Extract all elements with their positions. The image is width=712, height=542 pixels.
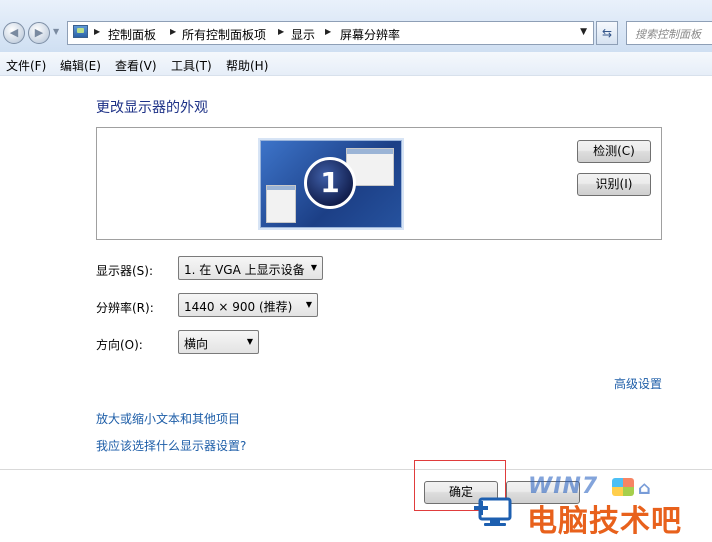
address-bar: ◀ ▶ ▼ ▶ 控制面板 ▶ 所有控制面板项 ▶ 显示 ▶ 屏幕分辨率 ▼ ⇆ … [0, 0, 712, 52]
menu-tools[interactable]: 工具(T) [171, 57, 212, 74]
address-dropdown-icon[interactable]: ▼ [580, 27, 587, 37]
orientation-select[interactable]: 横向 ▼ [178, 330, 259, 354]
resolution-label: 分辨率(R): [96, 301, 154, 315]
orientation-select-value: 横向 [184, 337, 209, 351]
recent-pages-dropdown-icon[interactable]: ▼ [53, 27, 59, 36]
monitor-number-badge: 1 [304, 157, 356, 209]
identify-button[interactable]: 识别(I) [577, 173, 651, 196]
back-arrow-icon[interactable]: ◀ [3, 22, 25, 44]
breadcrumb[interactable]: ▶ 控制面板 ▶ 所有控制面板项 ▶ 显示 ▶ 屏幕分辨率 ▼ [67, 21, 594, 45]
breadcrumb-separator-icon[interactable]: ▶ [170, 27, 176, 36]
search-input[interactable]: 搜索控制面板 [626, 21, 712, 45]
refresh-icon[interactable]: ⇆ [596, 21, 618, 45]
breadcrumb-separator-icon[interactable]: ▶ [278, 27, 284, 36]
menu-file[interactable]: 文件(F) [6, 57, 46, 74]
breadcrumb-separator-icon[interactable]: ▶ [94, 27, 100, 36]
breadcrumb-all-items[interactable]: 所有控制面板项 [182, 26, 266, 43]
window-thumbnail-icon [266, 185, 296, 223]
computer-logo-icon [474, 497, 512, 526]
orientation-label: 方向(O): [96, 338, 143, 352]
display-select-value: 1. 在 VGA 上显示设备 [184, 263, 305, 277]
detect-button[interactable]: 检测(C) [577, 140, 651, 163]
breadcrumb-screen-resolution[interactable]: 屏幕分辨率 [340, 26, 400, 43]
menu-bar: 文件(F) 编辑(E) 查看(V) 工具(T) 帮助(H) [0, 52, 712, 76]
control-panel-icon [73, 25, 88, 38]
menu-view[interactable]: 查看(V) [115, 57, 157, 74]
monitor-1-thumbnail[interactable]: 1 [260, 140, 402, 228]
advanced-settings-link[interactable]: 高级设置 [614, 375, 662, 392]
divider [0, 469, 712, 470]
chevron-down-icon: ▼ [246, 337, 253, 346]
resolution-select[interactable]: 1440 × 900 (推荐) ▼ [178, 293, 318, 317]
breadcrumb-control-panel[interactable]: 控制面板 [108, 26, 156, 43]
watermark-site: 电脑技术吧 [527, 504, 682, 539]
menu-help[interactable]: 帮助(H) [226, 57, 268, 74]
breadcrumb-separator-icon[interactable]: ▶ [325, 27, 331, 36]
windows-flag-icon [612, 478, 634, 496]
forward-arrow-icon[interactable]: ▶ [28, 22, 50, 44]
chevron-down-icon: ▼ [310, 263, 317, 272]
display-select[interactable]: 1. 在 VGA 上显示设备 ▼ [178, 256, 323, 280]
display-label: 显示器(S): [96, 264, 154, 278]
resolution-select-value: 1440 × 900 (推荐) [184, 300, 293, 314]
menu-edit[interactable]: 编辑(E) [60, 57, 101, 74]
page-title: 更改显示器的外观 [96, 100, 208, 116]
text-size-link[interactable]: 放大或缩小文本和其他项目 [96, 410, 240, 427]
display-settings-help-link[interactable]: 我应该选择什么显示器设置? [96, 437, 246, 454]
breadcrumb-display[interactable]: 显示 [291, 26, 315, 43]
monitor-preview-panel: 1 检测(C) 识别(I) [96, 127, 662, 240]
chevron-down-icon: ▼ [305, 300, 312, 309]
